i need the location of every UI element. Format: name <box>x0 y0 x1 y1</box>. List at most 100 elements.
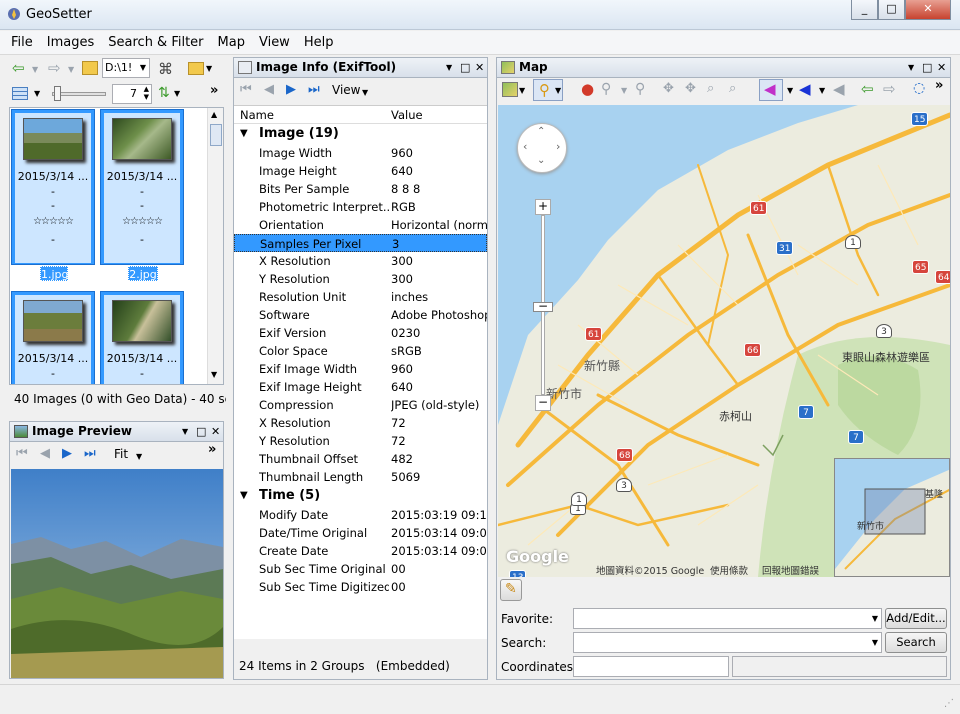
minimize-button[interactable]: _ <box>851 0 878 20</box>
next-image-icon[interactable]: ▶ <box>62 447 72 461</box>
thumbnail-scrollbar[interactable]: ▲ ▼ <box>207 108 223 384</box>
maximize-button[interactable]: □ <box>878 0 905 20</box>
scrollbar-thumb[interactable] <box>210 124 222 146</box>
grid-view-icon[interactable] <box>12 87 28 100</box>
collapse-triangle-icon[interactable]: ▼ <box>240 124 248 144</box>
exif-row[interactable]: Orientation Horizontal (normal) <box>234 216 487 234</box>
forward-dropdown-icon[interactable]: ▼ <box>68 63 74 77</box>
exif-row[interactable]: Thumbnail Length 5069 <box>234 468 487 486</box>
more-tools-icon[interactable]: » <box>935 78 943 93</box>
panel-close-icon[interactable]: ✕ <box>937 58 946 77</box>
exif-row[interactable]: Resolution Unit inches <box>234 288 487 306</box>
longitude-field[interactable] <box>732 656 947 677</box>
map-zoom-out-button[interactable]: − <box>535 395 551 411</box>
thumbnail-1-filename[interactable]: 1.jpg <box>40 266 69 281</box>
exif-row[interactable]: Exif Image Width 960 <box>234 360 487 378</box>
back-dropdown-icon[interactable]: ▼ <box>32 63 38 77</box>
thumbnail-4[interactable]: 2015/3/14 ... - <box>100 291 184 384</box>
panel-float-icon[interactable]: □ <box>196 422 206 441</box>
folder-options-icon[interactable] <box>188 62 204 75</box>
track-icon[interactable]: ✥ <box>685 81 696 96</box>
panel-menu-icon[interactable]: ▼ <box>908 58 914 77</box>
map-back-icon[interactable]: ⇦ <box>861 80 874 98</box>
panel-close-icon[interactable]: ✕ <box>475 58 484 77</box>
marker-dropdown-icon[interactable]: ▼ <box>621 86 627 95</box>
marker-remove-icon[interactable]: ⚲ <box>635 81 645 97</box>
fit-dropdown[interactable]: Fit <box>114 447 128 461</box>
pin-icon[interactable]: ⚲ <box>539 81 550 99</box>
first-image-icon[interactable]: ⏮ <box>240 83 252 97</box>
menu-images[interactable]: Images <box>40 31 102 50</box>
exif-row[interactable]: Exif Image Height 640 <box>234 378 487 396</box>
sort-dropdown-icon[interactable]: ▼ <box>174 89 180 98</box>
zoom-icon[interactable]: ⌕ <box>707 81 714 96</box>
thumbnail-3[interactable]: 2015/3/14 ... - <box>11 291 95 384</box>
exif-row[interactable]: Modify Date 2015:03:19 09:10:5 <box>234 506 487 524</box>
pan-right-icon[interactable]: › <box>556 140 560 153</box>
folder-up-icon[interactable] <box>82 61 98 75</box>
prev-image-icon[interactable]: ◀ <box>40 447 50 461</box>
view-dropdown-icon[interactable]: ▼ <box>362 86 368 100</box>
panel-menu-icon[interactable]: ▼ <box>446 58 452 77</box>
back-arrow-icon[interactable]: ⇦ <box>12 61 25 76</box>
more-tools-icon[interactable]: » <box>210 83 218 98</box>
thumbnail-size-spinner[interactable]: 7 ▲ ▼ <box>112 84 152 104</box>
map-type-dropdown-icon[interactable]: ▼ <box>519 86 525 95</box>
add-edit-button[interactable]: Add/Edit... <box>885 608 947 629</box>
exif-row[interactable]: Thumbnail Offset 482 <box>234 450 487 468</box>
first-image-icon[interactable]: ⏮ <box>16 447 28 461</box>
view-dropdown-icon[interactable]: ▼ <box>34 89 40 98</box>
exif-row[interactable]: Compression JPEG (old-style) <box>234 396 487 414</box>
map-report-link[interactable]: 回報地圖錯誤 <box>762 563 819 577</box>
thumbnail-1-rating[interactable]: ☆☆☆☆☆ <box>15 216 91 227</box>
pan-left-icon[interactable]: ‹ <box>523 140 527 153</box>
exif-row[interactable]: Bits Per Sample 8 8 8 <box>234 180 487 198</box>
magenta-arrow-icon[interactable]: ◀ <box>764 80 776 98</box>
gray-arrow-icon[interactable]: ◀ <box>833 80 845 98</box>
red-marker-icon[interactable]: ● <box>581 80 594 98</box>
map-type-icon[interactable] <box>502 82 518 97</box>
marker-gray-icon[interactable]: ⚲ <box>601 81 611 97</box>
exif-group-header[interactable]: ▼ Image (19) <box>234 124 487 144</box>
map-overview[interactable]: 新竹市 基隆 <box>834 458 950 577</box>
exif-row[interactable]: X Resolution 72 <box>234 414 487 432</box>
panel-close-icon[interactable]: ✕ <box>211 422 220 441</box>
exif-row[interactable]: Sub Sec Time Digitized 00 <box>234 578 487 596</box>
exif-row[interactable]: Color Space sRGB <box>234 342 487 360</box>
binoculars-icon[interactable]: ⌘ <box>158 60 173 78</box>
search-button[interactable]: Search <box>885 632 947 653</box>
exif-row[interactable]: Create Date 2015:03:14 09:06:5 <box>234 542 487 560</box>
thumbnail-2-filename[interactable]: 2.jpg <box>128 266 158 281</box>
menu-file[interactable]: File <box>4 31 40 50</box>
comment-icon[interactable]: ◌ <box>913 80 925 96</box>
pin-dropdown-icon[interactable]: ▼ <box>555 86 561 95</box>
folder-options-dropdown-icon[interactable]: ▼ <box>206 64 212 73</box>
footprints-icon[interactable]: ✥ <box>663 81 674 96</box>
exif-row[interactable]: Photometric Interpret... RGB <box>234 198 487 216</box>
zoom-fit-icon[interactable]: ⌕ <box>729 81 736 96</box>
exif-row[interactable]: Software Adobe Photoshop C <box>234 306 487 324</box>
blue-dropdown-icon[interactable]: ▼ <box>819 86 825 95</box>
exif-row[interactable]: Date/Time Original 2015:03:14 09:06:5 <box>234 524 487 542</box>
menu-search-filter[interactable]: Search & Filter <box>101 31 210 50</box>
panel-float-icon[interactable]: □ <box>460 58 470 77</box>
exif-row[interactable]: X Resolution 300 <box>234 252 487 270</box>
zoom-slider-handle[interactable] <box>54 86 61 101</box>
thumbnail-2[interactable]: 2015/3/14 ... - - ☆☆☆☆☆ - <box>100 109 184 265</box>
map-pan-control[interactable]: ⌃ ‹ › ⌄ <box>517 123 567 173</box>
exif-row[interactable]: Sub Sec Time Original 00 <box>234 560 487 578</box>
search-combobox[interactable]: ▼ <box>573 632 882 653</box>
edit-icon-button[interactable]: ✎ <box>500 579 522 601</box>
close-button[interactable]: ✕ <box>905 0 951 20</box>
favorite-combobox[interactable]: ▼ <box>573 608 882 629</box>
scroll-down-icon[interactable]: ▼ <box>211 370 217 379</box>
more-tools-icon[interactable]: » <box>208 443 216 457</box>
pan-up-icon[interactable]: ⌃ <box>537 126 545 137</box>
panel-float-icon[interactable]: □ <box>922 58 932 77</box>
map-canvas[interactable]: 6115311656461663776831131 新竹縣 新竹市 赤柯山 東眼… <box>498 105 950 577</box>
last-image-icon[interactable]: ⏭ <box>308 83 320 97</box>
next-image-icon[interactable]: ▶ <box>286 83 296 97</box>
exif-row[interactable]: Samples Per Pixel 3 <box>234 234 487 252</box>
scroll-up-icon[interactable]: ▲ <box>211 110 217 119</box>
exif-row[interactable]: Exif Version 0230 <box>234 324 487 342</box>
